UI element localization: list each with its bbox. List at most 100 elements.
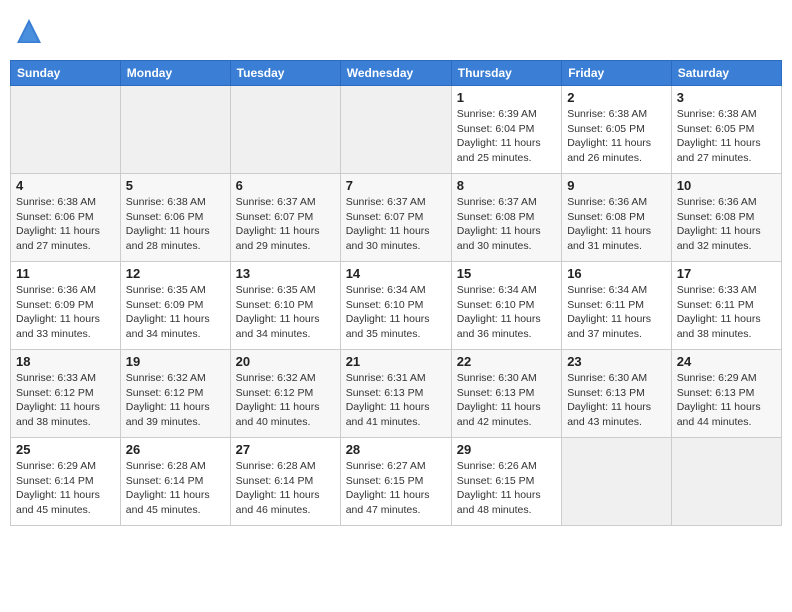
calendar-cell: 16 Sunrise: 6:34 AM Sunset: 6:11 PM Dayli…	[562, 262, 672, 350]
calendar-body: 1Sunrise: 6:39 AM Sunset: 6:04 PM Daylig…	[11, 86, 782, 526]
day-header-monday: Monday	[120, 61, 230, 86]
day-number: 3	[677, 90, 776, 105]
day-number: 8	[457, 178, 556, 193]
day-number: 21	[346, 354, 446, 369]
day-number: 5	[126, 178, 225, 193]
day-number: 19	[126, 354, 225, 369]
day-info: Sunrise: 6:38 AM Sunset: 6:06 PM Dayligh…	[16, 195, 115, 254]
day-info: Sunrise: 6:38 AM Sunset: 6:05 PM Dayligh…	[567, 107, 666, 166]
day-number: 25	[16, 442, 115, 457]
day-info: Sunrise: 6:36 AM Sunset: 6:08 PM Dayligh…	[677, 195, 776, 254]
week-row-2: 4 Sunrise: 6:38 AM Sunset: 6:06 PM Daylig…	[11, 174, 782, 262]
day-info: Sunrise: 6:28 AM Sunset: 6:14 PM Dayligh…	[126, 459, 225, 518]
day-info: Sunrise: 6:30 AM Sunset: 6:13 PM Dayligh…	[457, 371, 556, 430]
calendar-cell: 6 Sunrise: 6:37 AM Sunset: 6:07 PM Daylig…	[230, 174, 340, 262]
day-header-saturday: Saturday	[671, 61, 781, 86]
day-info: Sunrise: 6:36 AM Sunset: 6:09 PM Dayligh…	[16, 283, 115, 342]
calendar-cell: 23 Sunrise: 6:30 AM Sunset: 6:13 PM Dayli…	[562, 350, 672, 438]
calendar-cell: 24 Sunrise: 6:29 AM Sunset: 6:13 PM Dayli…	[671, 350, 781, 438]
day-header-thursday: Thursday	[451, 61, 561, 86]
calendar-cell: 22 Sunrise: 6:30 AM Sunset: 6:13 PM Dayli…	[451, 350, 561, 438]
day-number: 27	[236, 442, 335, 457]
day-number: 28	[346, 442, 446, 457]
calendar-cell: 15Sunrise: 6:34 AM Sunset: 6:10 PM Dayli…	[451, 262, 561, 350]
day-info: Sunrise: 6:32 AM Sunset: 6:12 PM Dayligh…	[126, 371, 225, 430]
day-info: Sunrise: 6:37 AM Sunset: 6:07 PM Dayligh…	[346, 195, 446, 254]
day-number: 7	[346, 178, 446, 193]
day-number: 15	[457, 266, 556, 281]
calendar-cell: 26 Sunrise: 6:28 AM Sunset: 6:14 PM Dayli…	[120, 438, 230, 526]
calendar-cell: 13 Sunrise: 6:35 AM Sunset: 6:10 PM Dayli…	[230, 262, 340, 350]
day-info: Sunrise: 6:27 AM Sunset: 6:15 PM Dayligh…	[346, 459, 446, 518]
day-info: Sunrise: 6:36 AM Sunset: 6:08 PM Dayligh…	[567, 195, 666, 254]
day-number: 13	[236, 266, 335, 281]
calendar-cell: 25Sunrise: 6:29 AM Sunset: 6:14 PM Dayli…	[11, 438, 121, 526]
logo-icon	[14, 16, 44, 46]
week-row-5: 25Sunrise: 6:29 AM Sunset: 6:14 PM Dayli…	[11, 438, 782, 526]
calendar-cell	[120, 86, 230, 174]
day-info: Sunrise: 6:34 AM Sunset: 6:11 PM Dayligh…	[567, 283, 666, 342]
day-info: Sunrise: 6:33 AM Sunset: 6:12 PM Dayligh…	[16, 371, 115, 430]
calendar-cell: 20Sunrise: 6:32 AM Sunset: 6:12 PM Dayli…	[230, 350, 340, 438]
day-info: Sunrise: 6:31 AM Sunset: 6:13 PM Dayligh…	[346, 371, 446, 430]
calendar-cell: 8 Sunrise: 6:37 AM Sunset: 6:08 PM Daylig…	[451, 174, 561, 262]
day-info: Sunrise: 6:37 AM Sunset: 6:08 PM Dayligh…	[457, 195, 556, 254]
day-info: Sunrise: 6:38 AM Sunset: 6:05 PM Dayligh…	[677, 107, 776, 166]
day-info: Sunrise: 6:35 AM Sunset: 6:10 PM Dayligh…	[236, 283, 335, 342]
day-header-wednesday: Wednesday	[340, 61, 451, 86]
day-number: 24	[677, 354, 776, 369]
day-number: 4	[16, 178, 115, 193]
week-row-1: 1Sunrise: 6:39 AM Sunset: 6:04 PM Daylig…	[11, 86, 782, 174]
calendar-cell: 17Sunrise: 6:33 AM Sunset: 6:11 PM Dayli…	[671, 262, 781, 350]
day-info: Sunrise: 6:26 AM Sunset: 6:15 PM Dayligh…	[457, 459, 556, 518]
calendar-cell	[562, 438, 672, 526]
day-number: 10	[677, 178, 776, 193]
calendar-cell: 5 Sunrise: 6:38 AM Sunset: 6:06 PM Daylig…	[120, 174, 230, 262]
day-number: 23	[567, 354, 666, 369]
calendar-cell: 28 Sunrise: 6:27 AM Sunset: 6:15 PM Dayli…	[340, 438, 451, 526]
week-row-4: 18 Sunrise: 6:33 AM Sunset: 6:12 PM Dayli…	[11, 350, 782, 438]
day-info: Sunrise: 6:29 AM Sunset: 6:13 PM Dayligh…	[677, 371, 776, 430]
page-header	[10, 10, 782, 52]
calendar-cell: 2 Sunrise: 6:38 AM Sunset: 6:05 PM Daylig…	[562, 86, 672, 174]
day-info: Sunrise: 6:32 AM Sunset: 6:12 PM Dayligh…	[236, 371, 335, 430]
calendar-header-row: SundayMondayTuesdayWednesdayThursdayFrid…	[11, 61, 782, 86]
day-number: 18	[16, 354, 115, 369]
calendar-cell	[671, 438, 781, 526]
day-number: 26	[126, 442, 225, 457]
day-number: 2	[567, 90, 666, 105]
calendar-cell: 4 Sunrise: 6:38 AM Sunset: 6:06 PM Daylig…	[11, 174, 121, 262]
calendar-cell: 1Sunrise: 6:39 AM Sunset: 6:04 PM Daylig…	[451, 86, 561, 174]
day-info: Sunrise: 6:28 AM Sunset: 6:14 PM Dayligh…	[236, 459, 335, 518]
day-info: Sunrise: 6:39 AM Sunset: 6:04 PM Dayligh…	[457, 107, 556, 166]
day-number: 12	[126, 266, 225, 281]
calendar-cell: 27 Sunrise: 6:28 AM Sunset: 6:14 PM Dayli…	[230, 438, 340, 526]
calendar-cell: 9 Sunrise: 6:36 AM Sunset: 6:08 PM Daylig…	[562, 174, 672, 262]
day-info: Sunrise: 6:35 AM Sunset: 6:09 PM Dayligh…	[126, 283, 225, 342]
calendar-cell: 19 Sunrise: 6:32 AM Sunset: 6:12 PM Dayli…	[120, 350, 230, 438]
calendar-table: SundayMondayTuesdayWednesdayThursdayFrid…	[10, 60, 782, 526]
calendar-cell: 10 Sunrise: 6:36 AM Sunset: 6:08 PM Dayli…	[671, 174, 781, 262]
day-number: 16	[567, 266, 666, 281]
calendar-cell: 12 Sunrise: 6:35 AM Sunset: 6:09 PM Dayli…	[120, 262, 230, 350]
day-number: 6	[236, 178, 335, 193]
day-number: 14	[346, 266, 446, 281]
day-info: Sunrise: 6:30 AM Sunset: 6:13 PM Dayligh…	[567, 371, 666, 430]
calendar-cell: 18 Sunrise: 6:33 AM Sunset: 6:12 PM Dayli…	[11, 350, 121, 438]
calendar-cell: 3 Sunrise: 6:38 AM Sunset: 6:05 PM Daylig…	[671, 86, 781, 174]
week-row-3: 11Sunrise: 6:36 AM Sunset: 6:09 PM Dayli…	[11, 262, 782, 350]
day-header-tuesday: Tuesday	[230, 61, 340, 86]
calendar-cell: 14Sunrise: 6:34 AM Sunset: 6:10 PM Dayli…	[340, 262, 451, 350]
day-number: 17	[677, 266, 776, 281]
day-number: 22	[457, 354, 556, 369]
day-number: 9	[567, 178, 666, 193]
calendar-cell: 29 Sunrise: 6:26 AM Sunset: 6:15 PM Dayli…	[451, 438, 561, 526]
day-number: 29	[457, 442, 556, 457]
day-header-sunday: Sunday	[11, 61, 121, 86]
calendar-cell	[340, 86, 451, 174]
calendar-cell: 11Sunrise: 6:36 AM Sunset: 6:09 PM Dayli…	[11, 262, 121, 350]
calendar-cell: 21 Sunrise: 6:31 AM Sunset: 6:13 PM Dayli…	[340, 350, 451, 438]
day-info: Sunrise: 6:37 AM Sunset: 6:07 PM Dayligh…	[236, 195, 335, 254]
day-info: Sunrise: 6:38 AM Sunset: 6:06 PM Dayligh…	[126, 195, 225, 254]
day-header-friday: Friday	[562, 61, 672, 86]
